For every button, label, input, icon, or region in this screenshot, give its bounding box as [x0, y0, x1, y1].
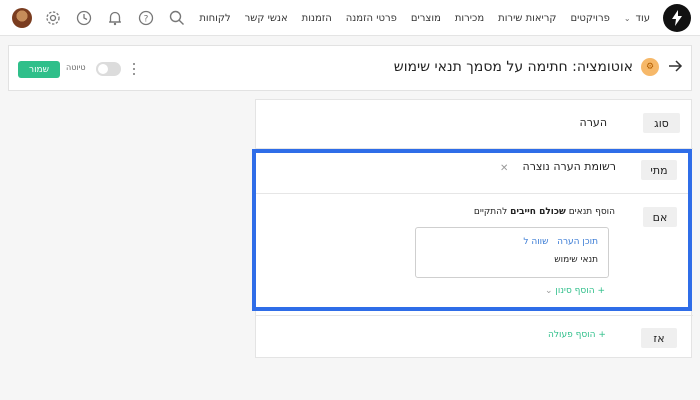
add-action-label: הוסף פעולה	[548, 330, 596, 340]
search-icon[interactable]	[168, 9, 186, 27]
main-nav: לקוחות אנשי קשר הזמנות פרטי הזמנה מוצרים…	[199, 0, 650, 36]
condition-suffix: להתקיים	[473, 207, 508, 217]
nav-item-sales[interactable]: מכירות	[455, 13, 484, 24]
plus-icon: +	[598, 330, 606, 340]
condition-prefix: הוסף תנאים	[568, 207, 615, 217]
divider	[256, 315, 693, 316]
add-filter-button[interactable]: + הוסף סינון ⌄	[545, 286, 605, 296]
condition-value[interactable]: תנאי שימוש	[554, 255, 598, 265]
nav-item-order-details[interactable]: פרטי הזמנה	[346, 13, 397, 24]
page-title: אוטומציה: חתימה על מסמך תנאי שימוש	[393, 59, 633, 75]
clock-icon[interactable]	[75, 9, 93, 27]
nav-item-products[interactable]: מוצרים	[411, 13, 441, 24]
nav-item-contacts[interactable]: אנשי קשר	[245, 13, 288, 24]
nav-more-menu[interactable]: עוד ⌄	[624, 13, 650, 24]
add-action-button[interactable]: + הוסף פעולה	[548, 330, 606, 340]
nav-item-service-calls[interactable]: קריאות שירות	[498, 13, 556, 24]
top-navbar: לקוחות אנשי קשר הזמנות פרטי הזמנה מוצרים…	[0, 0, 700, 36]
condition-instructions: הוסף תנאים שכולם חייבים להתקיים	[474, 207, 615, 217]
divider	[256, 193, 688, 194]
condition-operator[interactable]: שווה ל	[523, 237, 548, 247]
condition-rule[interactable]: תוכן הערה שווה ל	[523, 237, 598, 247]
arrow-right-icon[interactable]	[667, 58, 683, 74]
when-tag: מתי	[641, 160, 677, 180]
draft-toggle[interactable]	[96, 62, 121, 76]
chevron-down-icon: ⌄	[623, 13, 631, 23]
lightning-icon	[672, 10, 682, 26]
help-icon[interactable]: ?	[137, 9, 155, 27]
save-button[interactable]: שמור	[18, 61, 60, 78]
type-tag: סוג	[643, 113, 680, 133]
condition-card[interactable]: תוכן הערה שווה ל תנאי שימוש	[415, 227, 609, 278]
plus-icon: +	[597, 286, 605, 296]
bell-icon[interactable]	[106, 9, 124, 27]
add-filter-label: הוסף סינון	[555, 286, 595, 296]
nav-item-projects[interactable]: פרויקטים	[571, 13, 610, 24]
automation-icon: ⚙	[641, 58, 659, 76]
condition-field[interactable]: תוכן הערה	[557, 237, 598, 247]
chevron-down-icon: ⌄	[545, 286, 553, 296]
svg-text:?: ?	[144, 15, 149, 25]
condition-bold: שכולם חייבים	[510, 207, 566, 217]
avatar[interactable]	[12, 8, 32, 28]
nav-more-label: עוד	[635, 12, 650, 24]
type-value[interactable]: הערה	[580, 116, 607, 129]
if-tag: אם	[643, 207, 677, 227]
nav-item-customers[interactable]: לקוחות	[199, 13, 230, 24]
nav-item-orders[interactable]: הזמנות	[302, 13, 332, 24]
more-options-icon[interactable]	[130, 61, 138, 77]
automation-header: ⚙ אוטומציה: חתימה על מסמך תנאי שימוש טיו…	[8, 45, 692, 91]
app-logo[interactable]	[663, 4, 691, 32]
trigger-value[interactable]: רשומת הערה נוצרה	[523, 160, 616, 173]
then-tag: אז	[641, 328, 677, 348]
close-icon[interactable]: ✕	[500, 163, 508, 174]
draft-label: טיוטה	[66, 63, 86, 72]
gear-icon[interactable]	[44, 9, 62, 27]
